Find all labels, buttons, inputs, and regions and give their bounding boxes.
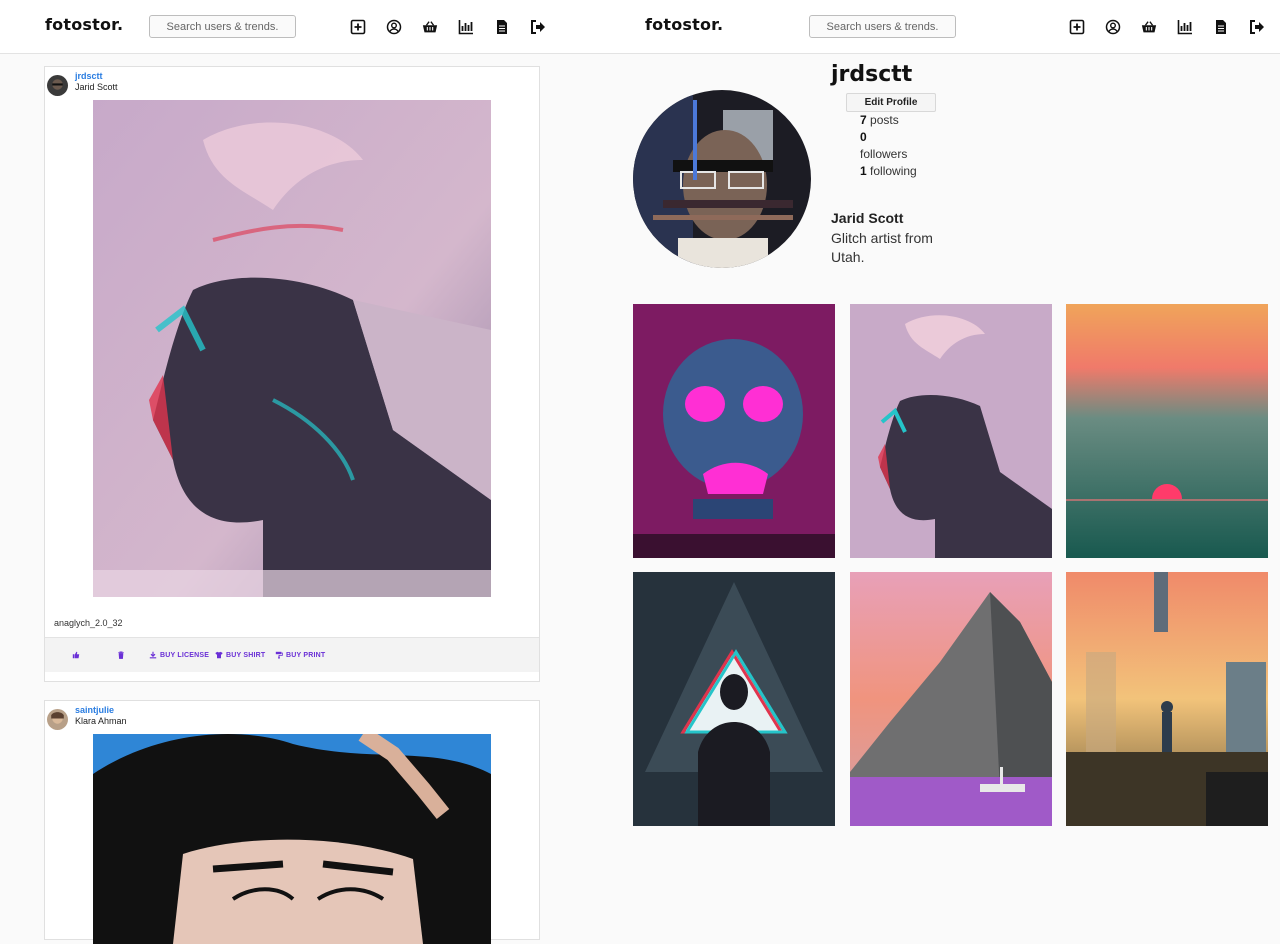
- nav-icons: [1059, 16, 1275, 38]
- grid-post-anaglyph[interactable]: [850, 304, 1052, 558]
- grid-post-triangle[interactable]: [633, 572, 835, 826]
- paint-roller-icon: [275, 651, 283, 659]
- thumbs-up-icon: [72, 651, 80, 659]
- post-actions-bar: BUY LICENSE BUY SHIRT BUY PRINT: [45, 637, 539, 672]
- profile-fullname: Jarid Scott: [831, 210, 904, 226]
- edit-profile-button[interactable]: Edit Profile: [846, 93, 936, 112]
- post-fullname: Jarid Scott: [75, 82, 118, 92]
- post-image[interactable]: [93, 100, 491, 597]
- nav-icons: [340, 16, 556, 38]
- post-header: saintjulie Klara Ahman: [45, 701, 539, 735]
- buy-license-label: BUY LICENSE: [160, 651, 210, 659]
- post-image[interactable]: [93, 734, 491, 944]
- analytics-icon[interactable]: [448, 16, 484, 38]
- like-button[interactable]: [72, 651, 80, 659]
- add-post-icon[interactable]: [340, 16, 376, 38]
- followers-label: followers: [860, 147, 908, 161]
- post-header: jrdsctt Jarid Scott: [45, 67, 539, 101]
- following-stat[interactable]: 1 following: [860, 163, 930, 180]
- post-username[interactable]: jrdsctt: [75, 71, 103, 81]
- trash-icon: [118, 651, 124, 659]
- post-fullname: Klara Ahman: [75, 716, 127, 726]
- analytics-icon[interactable]: [1167, 16, 1203, 38]
- feed-post: saintjulie Klara Ahman: [44, 700, 540, 944]
- grid-post-sunset[interactable]: [1066, 304, 1268, 558]
- followers-stat[interactable]: 0 followers: [860, 129, 930, 163]
- buy-shirt-button[interactable]: BUY SHIRT: [215, 651, 265, 659]
- post-caption: anaglych_2.0_32: [54, 618, 123, 628]
- profile-avatar: [633, 90, 811, 268]
- logout-icon[interactable]: [1239, 16, 1275, 38]
- logout-icon[interactable]: [520, 16, 556, 38]
- posts-count: 7: [860, 113, 867, 127]
- document-icon[interactable]: [1203, 16, 1239, 38]
- basket-icon[interactable]: [412, 16, 448, 38]
- posts-stat[interactable]: 7 posts: [860, 112, 930, 129]
- following-label: following: [870, 164, 917, 178]
- document-icon[interactable]: [484, 16, 520, 38]
- profile-stats: 7 posts 0 followers 1 following: [860, 112, 930, 180]
- shirt-icon: [215, 651, 223, 659]
- logo[interactable]: fotostor.: [645, 15, 723, 34]
- feed-post: jrdsctt Jarid Scott anaglych_2.0_32 BUY …: [44, 66, 540, 682]
- account-icon[interactable]: [1095, 16, 1131, 38]
- avatar[interactable]: [47, 75, 68, 96]
- account-icon[interactable]: [376, 16, 412, 38]
- download-icon: [149, 651, 157, 659]
- buy-print-button[interactable]: BUY PRINT: [275, 651, 325, 659]
- add-post-icon[interactable]: [1059, 16, 1095, 38]
- logo[interactable]: fotostor.: [45, 15, 123, 34]
- posts-label: posts: [870, 113, 899, 127]
- top-navbar: fotostor.: [640, 0, 1280, 54]
- basket-icon[interactable]: [1131, 16, 1167, 38]
- profile-username: jrdsctt: [831, 62, 913, 87]
- post-username[interactable]: saintjulie: [75, 705, 114, 715]
- feed-pane: fotostor. Search users & trends. jrdsctt…: [0, 0, 640, 944]
- search-input[interactable]: [149, 15, 296, 38]
- top-navbar: fotostor.: [0, 0, 640, 54]
- grid-post-skull[interactable]: [633, 304, 835, 558]
- grid-post-mountain[interactable]: [850, 572, 1052, 826]
- buy-shirt-label: BUY SHIRT: [226, 651, 266, 659]
- buy-license-button[interactable]: BUY LICENSE: [149, 651, 209, 659]
- delete-button[interactable]: [117, 651, 125, 659]
- profile-bio: Glitch artist from Utah.: [831, 230, 933, 265]
- following-count: 1: [860, 164, 867, 178]
- buy-print-label: BUY PRINT: [286, 651, 326, 659]
- avatar[interactable]: [47, 709, 68, 730]
- grid-post-city[interactable]: [1066, 572, 1268, 826]
- followers-count: 0: [860, 130, 867, 144]
- search-input[interactable]: [809, 15, 956, 38]
